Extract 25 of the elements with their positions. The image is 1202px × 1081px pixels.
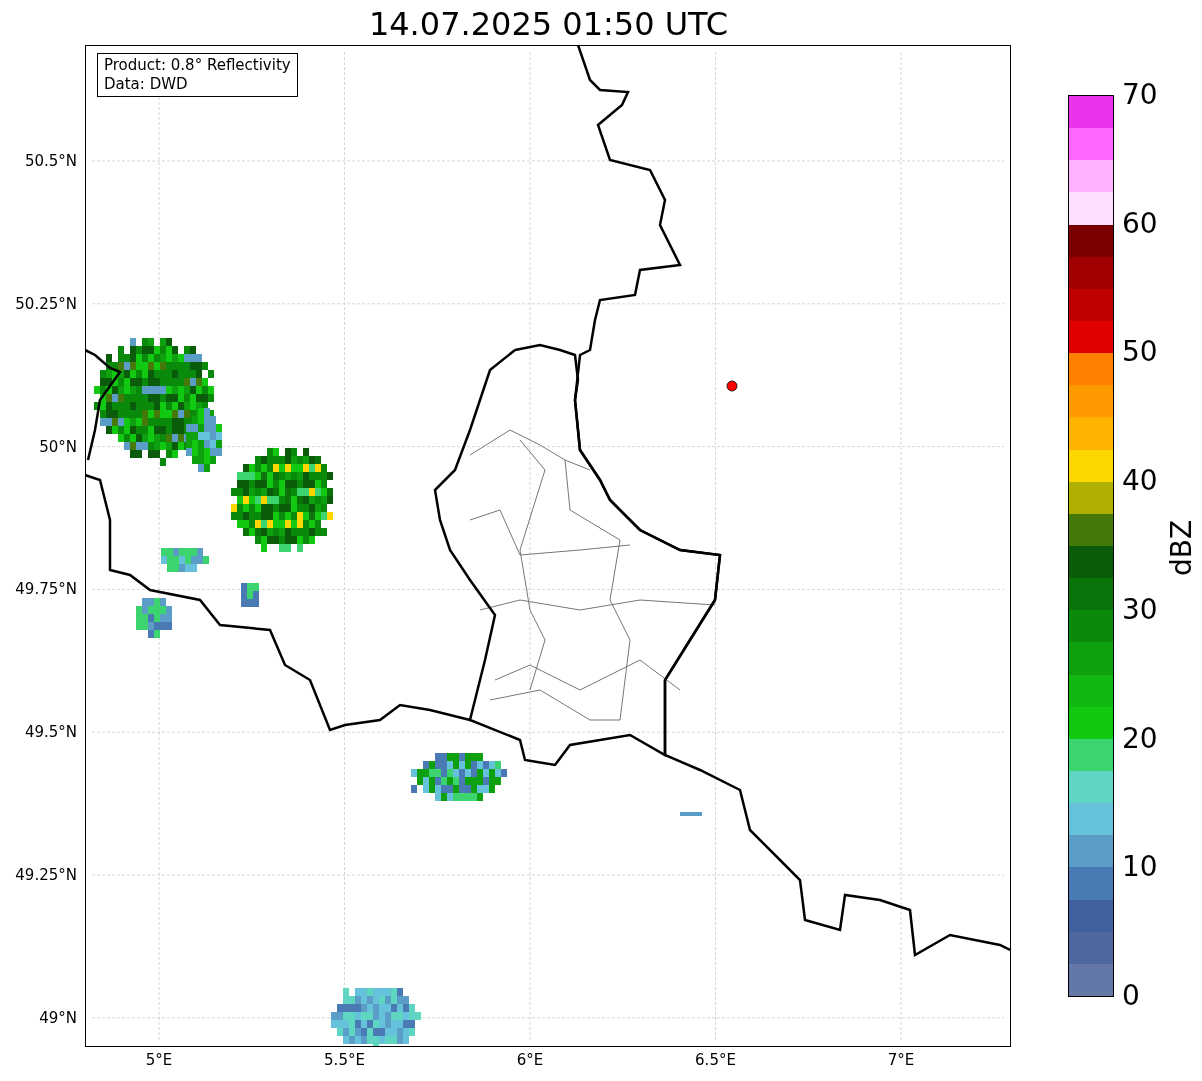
chart-title: 14.07.2025 01:50 UTC bbox=[367, 4, 730, 44]
latitude-label: 49.25°N bbox=[15, 866, 77, 884]
latitude-label: 49.5°N bbox=[24, 723, 77, 742]
colorbar-tick-label: 20 bbox=[1122, 722, 1158, 755]
longitude-label: 5°E bbox=[144, 1051, 174, 1069]
colorbar-tick-label: 60 bbox=[1122, 207, 1158, 240]
latitude-label: 50.5°N bbox=[24, 152, 77, 170]
colorbar-tick-label: 40 bbox=[1122, 465, 1158, 498]
legend-text: Product: 0.8° Reflectivity bbox=[104, 56, 291, 75]
colorbar-tick-label: 30 bbox=[1122, 593, 1158, 626]
latitude-label: 50°N bbox=[39, 437, 77, 456]
latitude-label: 49.75°N bbox=[15, 580, 77, 599]
longitude-label: 7°E bbox=[886, 1051, 916, 1069]
longitude-label: 5.5°E bbox=[323, 1051, 366, 1069]
colorbar-tick-label: 50 bbox=[1122, 336, 1158, 369]
colorbar-label: dBZ bbox=[1166, 519, 1198, 577]
latitude-label: 50.25°N bbox=[15, 294, 77, 313]
longitude-label: 6°E bbox=[515, 1051, 545, 1069]
colorbar-tick-label: 0 bbox=[1122, 980, 1140, 1012]
colorbar-tick-label: 70 bbox=[1122, 79, 1158, 111]
colorbar-tick-label: 10 bbox=[1122, 851, 1158, 884]
legend-text: Data: DWD bbox=[104, 75, 189, 94]
location-marker bbox=[726, 380, 738, 392]
latitude-label: 49°N bbox=[39, 1008, 77, 1027]
longitude-label: 6.5°E bbox=[694, 1051, 737, 1069]
